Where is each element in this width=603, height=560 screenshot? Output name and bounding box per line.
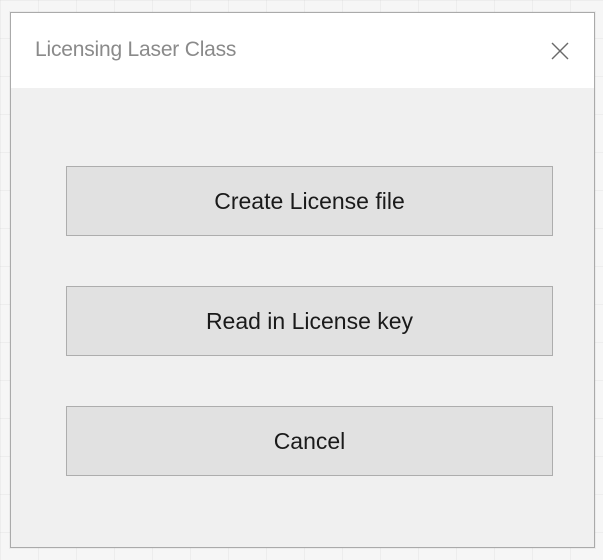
read-in-license-key-label: Read in License key xyxy=(205,307,414,334)
licensing-dialog: Licensing Laser Class Create License fil… xyxy=(10,12,595,548)
close-icon xyxy=(550,41,570,61)
read-in-license-key-button[interactable]: Read in License key xyxy=(66,286,553,356)
cancel-button[interactable]: Cancel xyxy=(66,406,553,476)
dialog-title: Licensing Laser Class xyxy=(35,38,237,61)
create-license-file-label: Create License file xyxy=(214,187,405,214)
close-button[interactable] xyxy=(526,13,594,88)
title-bar[interactable]: Licensing Laser Class xyxy=(11,13,594,88)
create-license-file-button[interactable]: Create License file xyxy=(66,166,553,236)
cancel-label: Cancel xyxy=(273,427,346,454)
